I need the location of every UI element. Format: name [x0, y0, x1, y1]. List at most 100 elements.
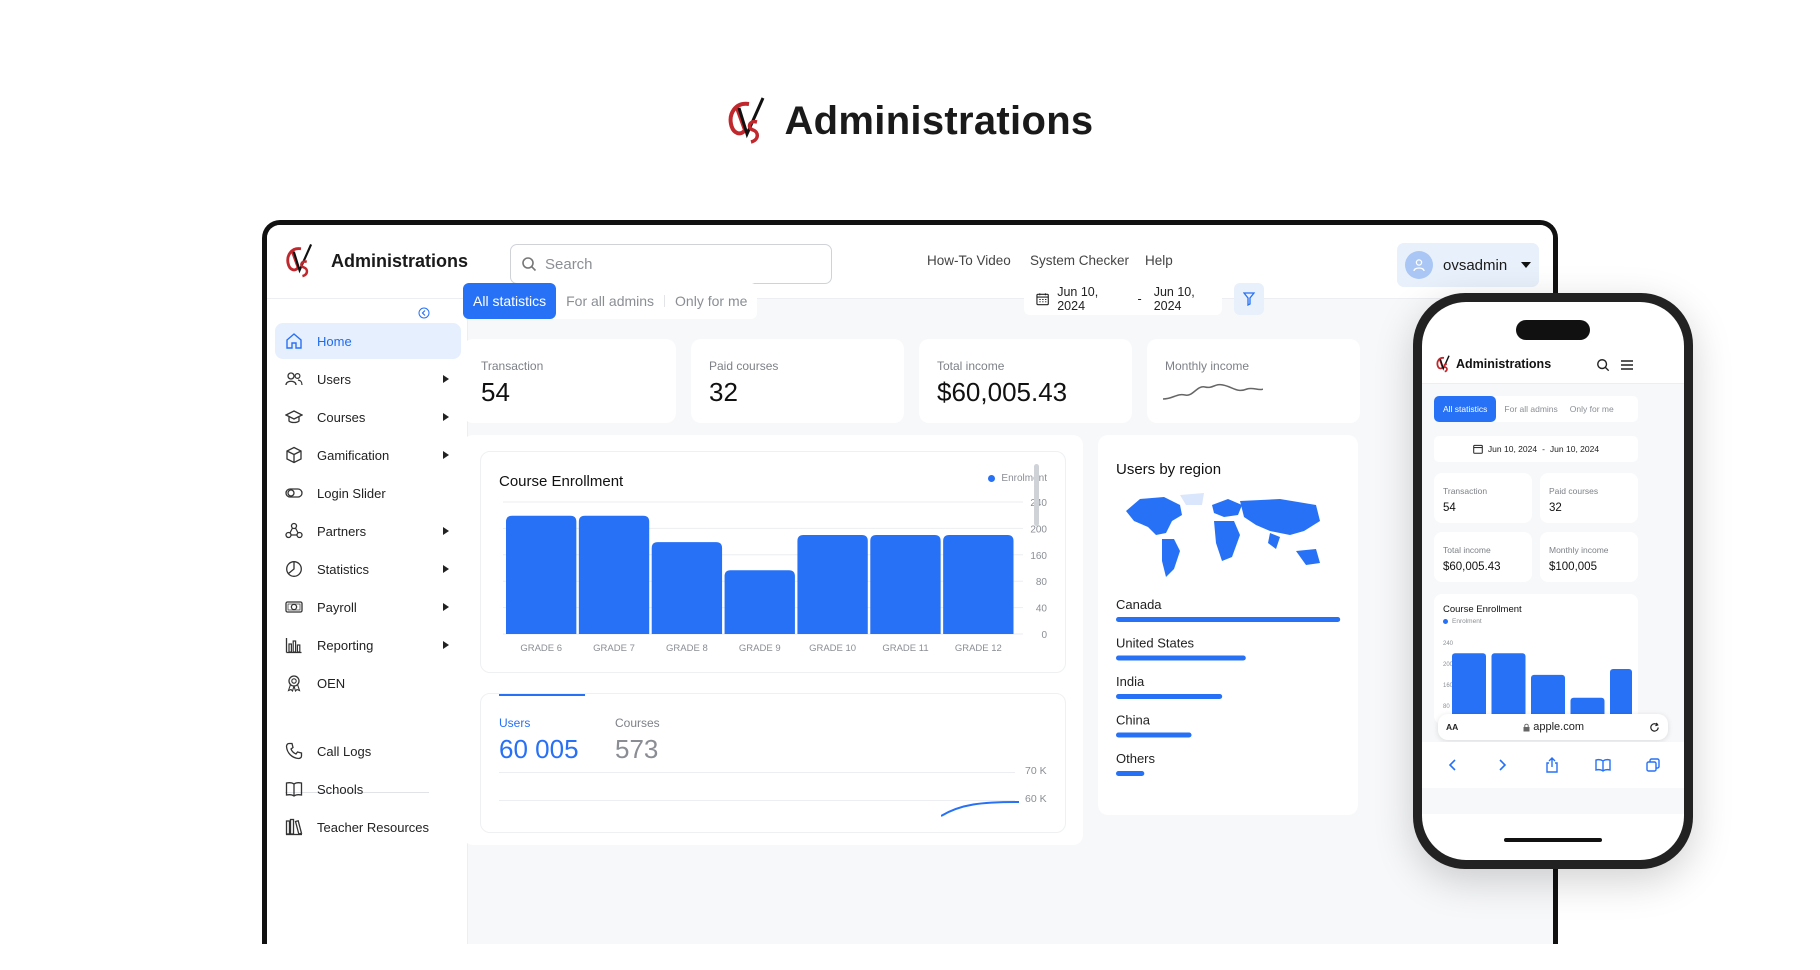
search-input[interactable]	[545, 255, 805, 273]
course-enrollment-chart: Course Enrollment Enrolment 240200160804…	[480, 451, 1066, 673]
tab-users[interactable]: Users	[499, 716, 530, 730]
tab-all-statistics[interactable]: All statistics	[463, 283, 557, 319]
cube-icon	[286, 446, 302, 464]
sidebar-item-label: Schools	[317, 781, 364, 797]
text-size-button[interactable]: AA	[1446, 722, 1458, 732]
sidebar-item-statistics[interactable]: Statistics	[275, 551, 461, 587]
caret-right-icon	[443, 451, 449, 459]
sidebar-item-schools[interactable]: Schools	[275, 771, 461, 807]
sidebar-item-label: Statistics	[317, 561, 370, 577]
filter-tabs: All statistics For all admins Only for m…	[463, 283, 758, 319]
y-tick-label: 200	[1030, 524, 1047, 535]
y-tick-label: 0	[1041, 630, 1047, 641]
y-tick-label: 80	[1036, 577, 1048, 588]
date-range-picker[interactable]: Jun 10, 2024 - Jun 10, 2024	[1434, 436, 1638, 462]
chart-bar	[651, 542, 723, 634]
sidebar-item-courses[interactable]: Courses	[275, 399, 461, 435]
x-tick-label: GRADE 10	[809, 643, 856, 654]
chart-bar	[724, 570, 795, 634]
hero-header: Administrations	[0, 86, 1820, 156]
caret-right-icon	[443, 375, 449, 383]
search-icon[interactable]	[1596, 358, 1610, 372]
sidebar-item-payroll[interactable]: Payroll	[275, 589, 461, 625]
partners-icon	[285, 522, 303, 539]
url-text: apple.com	[1533, 721, 1585, 733]
stat-card-monthly-income: Monthly income	[1147, 339, 1360, 423]
sidebar-item-users[interactable]: Users	[275, 361, 461, 397]
y-tick-label: 70 K	[1025, 765, 1047, 777]
reload-icon[interactable]	[1649, 722, 1660, 733]
brand[interactable]: Administrations	[285, 243, 468, 279]
money-icon	[285, 601, 303, 613]
active-tab-indicator	[499, 694, 585, 696]
chart-bar	[870, 535, 941, 634]
chart-bar	[943, 535, 1014, 634]
monthly-income-sparkline	[1163, 383, 1263, 400]
lock-icon	[1523, 723, 1530, 731]
tabs-icon[interactable]	[1646, 758, 1660, 772]
toggle-icon	[285, 488, 303, 498]
stat-card-total-income: Total income $60,005.43	[1434, 532, 1532, 582]
calendar-icon	[1473, 444, 1483, 454]
phone-icon	[285, 742, 303, 760]
how-to-video-link[interactable]: How-To Video	[927, 253, 1011, 268]
share-icon[interactable]	[1545, 757, 1559, 773]
region-bar	[1116, 655, 1246, 661]
grid-line	[499, 772, 1015, 773]
stat-label: Transaction	[481, 359, 544, 373]
app-logo	[286, 244, 313, 278]
tab-only-for-me[interactable]: Only for me	[1566, 404, 1618, 414]
sidebar-item-home[interactable]: Home	[275, 323, 461, 359]
tab-for-all-admins[interactable]: For all admins	[1496, 404, 1565, 414]
region-label: China	[1116, 713, 1151, 728]
stat-label: Monthly income	[1549, 545, 1609, 555]
sidebar-item-call-logs[interactable]: Call Logs	[275, 733, 461, 769]
x-tick-label: GRADE 8	[666, 643, 708, 654]
stat-label: Paid courses	[709, 359, 779, 373]
sidebar-item-partners[interactable]: Partners	[275, 513, 461, 549]
menu-icon[interactable]	[1620, 359, 1634, 371]
stat-label: Paid courses	[1549, 486, 1599, 496]
scrollbar-thumb[interactable]	[1034, 464, 1039, 526]
help-link[interactable]: Help	[1145, 253, 1173, 268]
browser-address-bar[interactable]: AA apple.com	[1438, 714, 1668, 740]
bar-chart-icon	[285, 638, 302, 654]
sidebar-item-oen[interactable]: OEN	[275, 665, 461, 701]
sidebar-item-reporting[interactable]: Reporting	[275, 627, 461, 663]
system-checker-link[interactable]: System Checker	[1030, 253, 1129, 268]
region-label: Canada	[1116, 597, 1162, 612]
tab-courses[interactable]: Courses	[615, 716, 660, 730]
pie-chart-icon	[286, 561, 302, 577]
region-label: United States	[1116, 636, 1195, 651]
region-label: Others	[1116, 751, 1156, 766]
date-range-picker[interactable]: Jun 10, 2024 - Jun 10, 2024	[1024, 283, 1222, 315]
user-menu[interactable]: ovsadmin	[1397, 243, 1539, 287]
y-tick-label: 160	[1030, 551, 1047, 562]
forward-icon[interactable]	[1495, 758, 1509, 772]
region-label: India	[1116, 674, 1145, 689]
calendar-icon	[1036, 293, 1049, 306]
date-to: Jun 10, 2024	[1549, 444, 1600, 454]
tab-only-for-me[interactable]: Only for me	[665, 283, 757, 319]
stat-value: 32	[1549, 502, 1562, 514]
sidebar-item-gamification[interactable]: Gamification	[275, 437, 461, 473]
y-tick-label: 40	[1036, 604, 1048, 615]
user-icon	[1413, 259, 1425, 272]
search-box[interactable]	[510, 244, 832, 284]
sidebar-item-label: Reporting	[317, 637, 374, 653]
back-icon[interactable]	[1446, 758, 1460, 772]
mobile-header: Administrations	[1422, 346, 1684, 384]
users-icon	[285, 372, 303, 386]
tab-all-statistics[interactable]: All statistics	[1434, 396, 1497, 422]
caret-right-icon	[443, 641, 449, 649]
search-icon	[522, 257, 537, 272]
collapse-sidebar-icon[interactable]	[418, 307, 430, 319]
sidebar-item-login-slider[interactable]: Login Slider	[275, 475, 461, 511]
sidebar-item-teacher-resources[interactable]: Teacher Resources	[275, 809, 461, 845]
tab-for-all-admins[interactable]: For all admins	[556, 283, 664, 319]
brand-logo	[728, 97, 764, 144]
region-bar	[1116, 771, 1145, 776]
date-from: Jun 10, 2024	[1057, 285, 1099, 313]
bookmarks-icon[interactable]	[1594, 758, 1611, 772]
filter-button[interactable]	[1234, 283, 1264, 315]
